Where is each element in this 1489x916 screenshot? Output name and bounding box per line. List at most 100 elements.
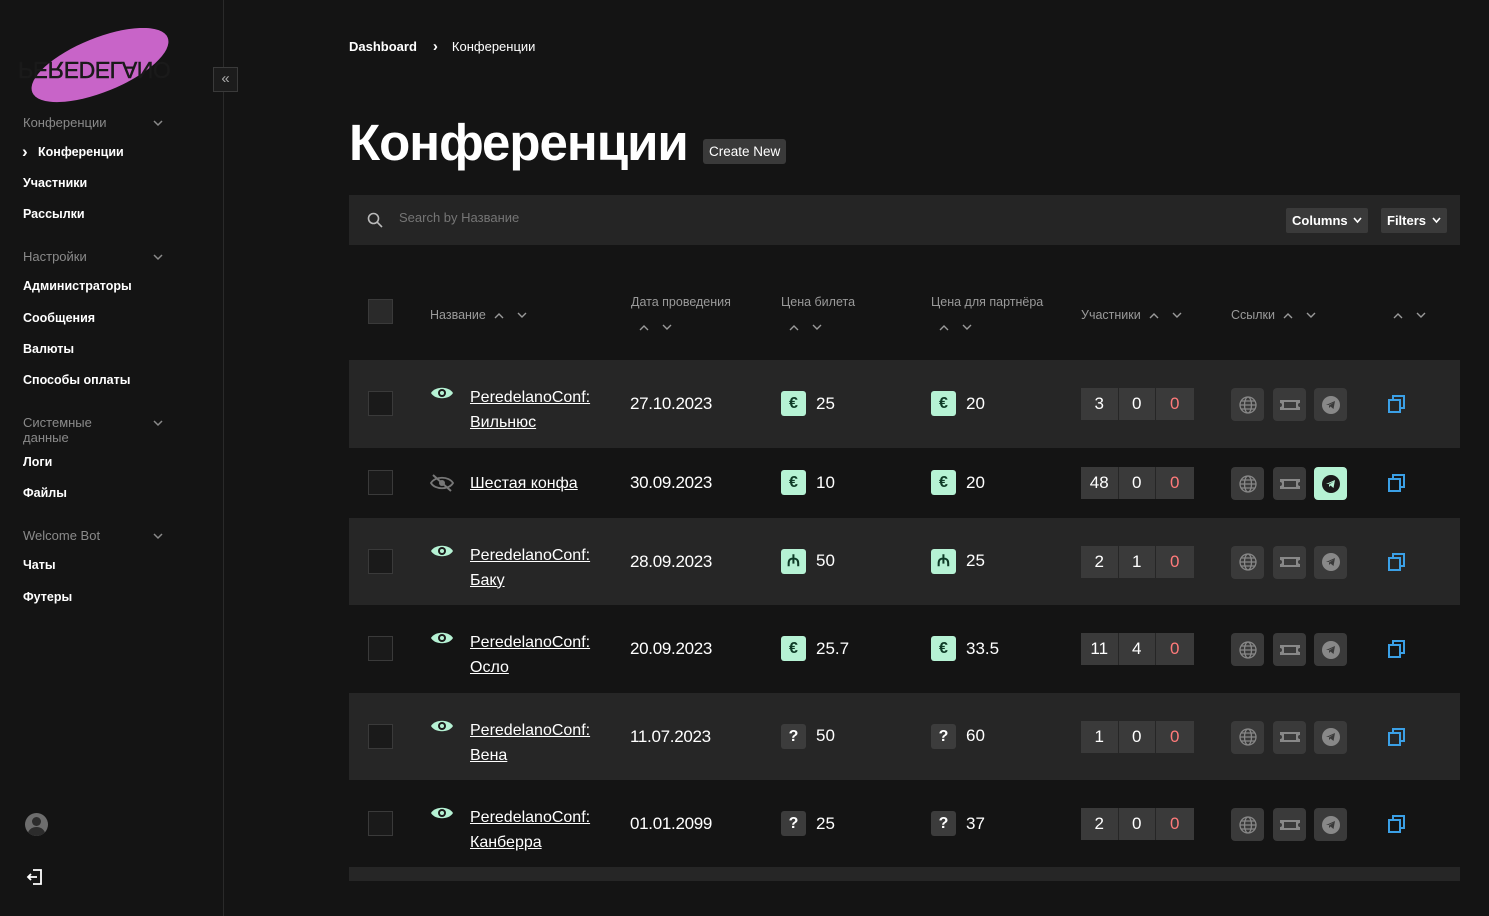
ticket-link[interactable] bbox=[1273, 388, 1306, 421]
sort-asc-icon[interactable] bbox=[939, 324, 949, 331]
sort-desc-icon[interactable] bbox=[1172, 312, 1182, 319]
telegram-link[interactable] bbox=[1314, 388, 1347, 421]
sidebar-item-conferences[interactable]: Конференции bbox=[22, 142, 124, 162]
nav-group-settings[interactable]: Настройки bbox=[23, 249, 163, 264]
copy-icon[interactable] bbox=[1387, 639, 1407, 659]
sidebar-item-admins[interactable]: Администраторы bbox=[23, 279, 132, 293]
conference-name-link[interactable]: PeredelanoConf: Баку bbox=[470, 543, 610, 593]
sidebar-item-chats[interactable]: Чаты bbox=[23, 558, 56, 572]
sort-controls[interactable] bbox=[789, 324, 855, 331]
column-header[interactable] bbox=[1385, 308, 1426, 322]
eye-icon[interactable] bbox=[430, 542, 454, 560]
nav-group-welcome-bot[interactable]: Welcome Bot bbox=[23, 528, 163, 543]
create-new-button[interactable]: Create New bbox=[703, 139, 787, 164]
telegram-link[interactable] bbox=[1314, 545, 1347, 579]
sort-asc-icon[interactable] bbox=[789, 324, 799, 331]
ticket-link[interactable] bbox=[1273, 467, 1306, 500]
copy-button[interactable] bbox=[1387, 394, 1407, 414]
telegram-link[interactable] bbox=[1314, 633, 1347, 666]
logout-icon[interactable] bbox=[25, 867, 45, 887]
column-header[interactable]: Название bbox=[430, 308, 527, 322]
sort-desc-icon[interactable] bbox=[517, 312, 527, 319]
row-checkbox[interactable] bbox=[368, 548, 393, 574]
sort-desc-icon[interactable] bbox=[662, 324, 672, 331]
website-link[interactable] bbox=[1231, 545, 1264, 579]
copy-button[interactable] bbox=[1387, 814, 1407, 834]
sort-desc-icon[interactable] bbox=[812, 324, 822, 331]
eye-icon[interactable] bbox=[430, 384, 454, 402]
copy-button[interactable] bbox=[1387, 639, 1407, 659]
sort-controls[interactable] bbox=[939, 324, 1043, 331]
telegram-link[interactable] bbox=[1314, 720, 1347, 754]
ticket-link[interactable] bbox=[1273, 633, 1306, 666]
nav-group-system-data[interactable]: Системные данные bbox=[23, 415, 163, 445]
sort-desc-icon[interactable] bbox=[1306, 312, 1316, 319]
sort-controls[interactable] bbox=[1149, 312, 1182, 319]
conference-name-link[interactable]: Шестая конфа bbox=[470, 471, 610, 496]
sort-asc-icon[interactable] bbox=[1393, 312, 1403, 319]
table-row[interactable]: PeredelanoConf: Вильнюс 27.10.2023 €25 €20 3… bbox=[349, 360, 1460, 448]
avatar[interactable] bbox=[25, 813, 48, 836]
sidebar-item-participants[interactable]: Участники bbox=[23, 176, 87, 190]
conference-name-link[interactable]: PeredelanoConf: Вильнюс bbox=[470, 385, 610, 435]
sidebar-item-files[interactable]: Файлы bbox=[23, 486, 67, 500]
sort-asc-icon[interactable] bbox=[494, 312, 504, 319]
sidebar-item-messages[interactable]: Сообщения bbox=[23, 311, 95, 325]
table-row[interactable]: Шестая конфа 30.09.2023 €10 €20 48 0 0 bbox=[349, 448, 1460, 518]
eye-icon[interactable] bbox=[430, 804, 454, 822]
search-input[interactable] bbox=[399, 210, 999, 225]
ticket-link[interactable] bbox=[1273, 545, 1306, 579]
conference-name-link[interactable]: PeredelanoConf: Осло bbox=[470, 630, 610, 680]
copy-button[interactable] bbox=[1387, 727, 1407, 747]
website-link[interactable] bbox=[1231, 388, 1264, 421]
conference-name-link[interactable]: PeredelanoConf: Канберра bbox=[470, 805, 610, 855]
columns-button[interactable]: Columns bbox=[1286, 208, 1368, 233]
copy-icon[interactable] bbox=[1387, 473, 1407, 493]
table-row[interactable]: PeredelanoConf: Осло 20.09.2023 €25.7 €33.5… bbox=[349, 605, 1460, 693]
collapse-sidebar-button[interactable]: « bbox=[213, 67, 238, 92]
column-header[interactable]: Ссылки bbox=[1231, 308, 1316, 322]
website-link[interactable] bbox=[1231, 720, 1264, 754]
row-checkbox[interactable] bbox=[368, 470, 393, 495]
ticket-link[interactable] bbox=[1273, 720, 1306, 754]
copy-button[interactable] bbox=[1387, 473, 1407, 493]
filters-button[interactable]: Filters bbox=[1381, 208, 1447, 233]
copy-button[interactable] bbox=[1387, 552, 1407, 572]
copy-icon[interactable] bbox=[1387, 814, 1407, 834]
row-checkbox[interactable] bbox=[368, 811, 393, 836]
eye-off-icon[interactable] bbox=[430, 474, 454, 492]
telegram-link[interactable] bbox=[1314, 467, 1347, 500]
eye-icon[interactable] bbox=[430, 629, 454, 647]
column-header[interactable]: Участники bbox=[1081, 308, 1182, 322]
conference-name-link[interactable]: PeredelanoConf: Вена bbox=[470, 718, 610, 768]
column-header[interactable]: Дата проведения bbox=[631, 295, 731, 331]
sidebar-item-footers[interactable]: Футеры bbox=[23, 590, 72, 604]
website-link[interactable] bbox=[1231, 808, 1264, 841]
column-header[interactable]: Цена билета bbox=[781, 295, 855, 331]
eye-icon[interactable] bbox=[430, 717, 454, 735]
row-checkbox[interactable] bbox=[368, 636, 393, 661]
ticket-link[interactable] bbox=[1273, 808, 1306, 841]
table-row[interactable]: PeredelanoConf: Вена 11.07.2023? 50? 60 1 0 0 bbox=[349, 693, 1460, 780]
select-all-checkbox[interactable] bbox=[368, 299, 393, 324]
sort-desc-icon[interactable] bbox=[962, 324, 972, 331]
copy-icon[interactable] bbox=[1387, 394, 1407, 414]
sidebar-item-payment-methods[interactable]: Способы оплаты bbox=[23, 373, 130, 387]
breadcrumb-home-link[interactable]: Dashboard bbox=[349, 39, 417, 54]
sort-controls[interactable] bbox=[1393, 312, 1426, 319]
website-link[interactable] bbox=[1231, 633, 1264, 666]
sidebar-item-logs[interactable]: Логи bbox=[23, 455, 52, 469]
telegram-link[interactable] bbox=[1314, 808, 1347, 841]
table-row[interactable]: PeredelanoConf: Баку 28.09.2023 ₼ 50 ₼ 25 2 1 0 bbox=[349, 518, 1460, 605]
website-link[interactable] bbox=[1231, 467, 1264, 500]
sort-desc-icon[interactable] bbox=[1416, 312, 1426, 319]
sidebar-item-currencies[interactable]: Валюты bbox=[23, 342, 74, 356]
sort-controls[interactable] bbox=[494, 312, 527, 319]
row-checkbox[interactable] bbox=[368, 723, 393, 749]
sort-controls[interactable] bbox=[1283, 312, 1316, 319]
table-row[interactable]: PeredelanoConf: Канберра 01.01.2099? 25? 37… bbox=[349, 780, 1460, 868]
sidebar-item-mailings[interactable]: Рассылки bbox=[23, 207, 85, 221]
copy-icon[interactable] bbox=[1387, 552, 1407, 572]
sort-asc-icon[interactable] bbox=[1149, 312, 1159, 319]
column-header[interactable]: Цена для партнёра bbox=[931, 295, 1043, 331]
